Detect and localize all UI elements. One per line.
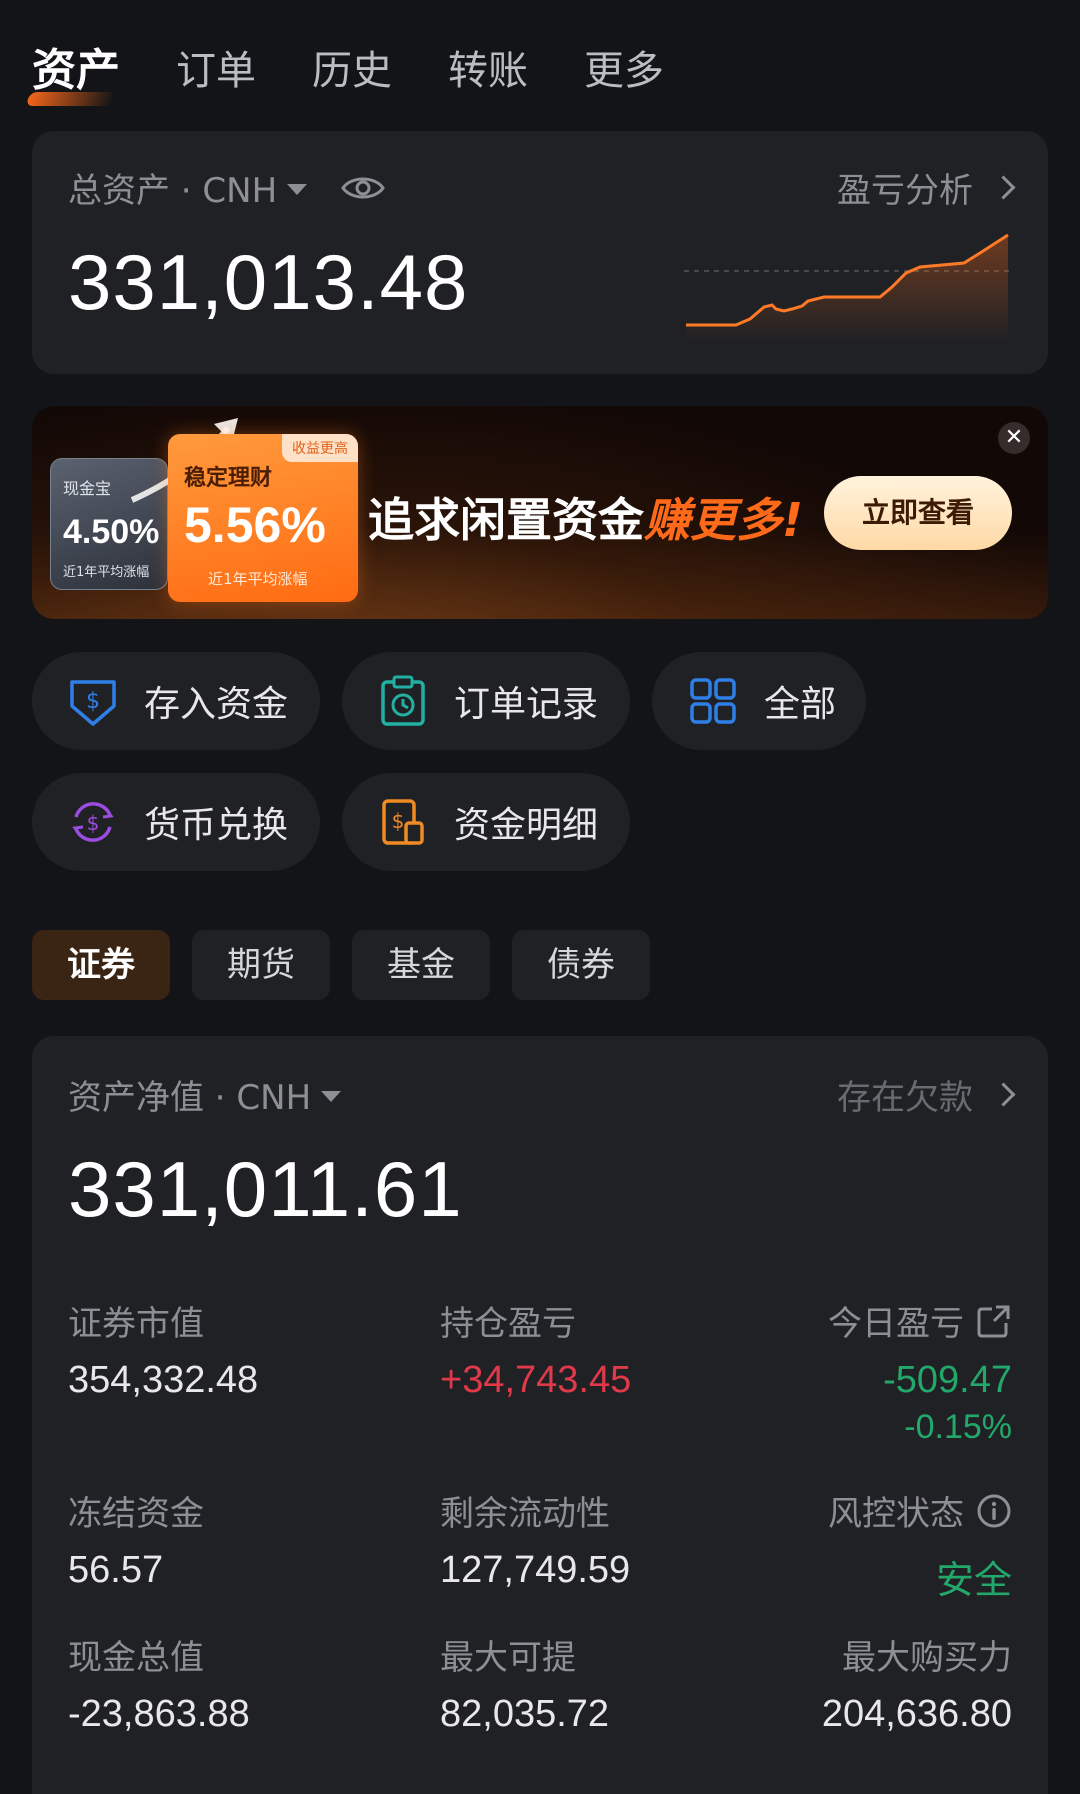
stat-max-withdrawable: 最大可提 82,035.72 <box>440 1630 609 1736</box>
stat-value: -23,863.88 <box>68 1693 250 1735</box>
eye-icon[interactable] <box>341 173 385 203</box>
promo-banner[interactable]: 现金宝 4.50% 近1年平均涨幅 收益更高 稳定理财 5.56% 近1年平均涨… <box>32 406 1048 619</box>
clipboard-clock-icon <box>381 675 425 726</box>
stat-value: -509.47 <box>883 1359 1012 1401</box>
chevron-right-icon <box>991 175 1016 200</box>
debt-notice-link[interactable]: 存在欠款 <box>837 1070 1016 1119</box>
grid-icon <box>690 678 736 724</box>
stat-label: 现金总值 <box>68 1638 204 1678</box>
chevron-right-icon <box>991 1082 1016 1107</box>
stat-value: 安全 <box>935 1560 1012 1602</box>
stat-max-buying-power: 最大购买力 204,636.80 <box>822 1630 1012 1736</box>
net-assets-label: 资产净值 · CNH <box>68 1078 312 1118</box>
currency-exchange-button[interactable]: $ 货币兑换 <box>32 773 320 871</box>
order-records-label: 订单记录 <box>454 684 599 725</box>
deposit-icon: $ <box>70 680 116 726</box>
tab-label: 资产 <box>32 45 120 96</box>
stat-remaining-liquidity: 剩余流动性 127,749.59 <box>440 1486 630 1592</box>
stat-label-row: 今日盈亏 <box>828 1296 1012 1345</box>
tab-assets[interactable]: 资产 <box>25 40 120 106</box>
tab-transfer[interactable]: 转账 <box>448 40 528 102</box>
stat-cash-total: 现金总值 -23,863.88 <box>68 1630 250 1736</box>
net-assets-value: 331,011.61 <box>68 1145 463 1233</box>
stat-label: 今日盈亏 <box>828 1304 964 1344</box>
cash-product-title: 现金宝 <box>63 479 112 498</box>
cash-product-subtitle: 近1年平均涨幅 <box>63 565 150 580</box>
fund-details-button[interactable]: $ 资金明细 <box>342 773 630 871</box>
segment-securities[interactable]: 证券 <box>32 930 170 1000</box>
stat-label: 剩余流动性 <box>440 1494 610 1534</box>
segment-futures[interactable]: 期货 <box>192 930 330 1000</box>
segment-bonds[interactable]: 债券 <box>512 930 650 1000</box>
deposit-label: 存入资金 <box>144 684 289 725</box>
stat-label: 持仓盈亏 <box>440 1304 576 1344</box>
net-currency-selector[interactable]: 资产净值 · CNH <box>68 1070 342 1119</box>
fund-details-label: 资金明细 <box>454 805 599 846</box>
stat-label: 风控状态 <box>828 1494 964 1534</box>
stable-product-subtitle: 近1年平均涨幅 <box>208 570 308 588</box>
info-icon[interactable] <box>976 1493 1012 1529</box>
stable-product-rate: 5.56% <box>184 497 326 553</box>
currency-selector[interactable]: 总资产 · CNH <box>68 163 385 212</box>
top-tab-bar: 资产 订单 历史 转账 更多 <box>25 40 720 106</box>
stat-value: 56.57 <box>68 1549 164 1591</box>
currency-exchange-label: 货币兑换 <box>144 805 289 846</box>
deposit-button[interactable]: $ 存入资金 <box>32 652 320 750</box>
stat-label-row: 风控状态 <box>828 1486 1012 1535</box>
svg-text:$: $ <box>87 811 100 835</box>
cash-product-rate: 4.50% <box>63 513 160 551</box>
segment-funds[interactable]: 基金 <box>352 930 490 1000</box>
banner-slogan: 追求闲置资金赚更多! <box>368 484 803 550</box>
stat-frozen-funds: 冻结资金 56.57 <box>68 1486 204 1592</box>
currency-exchange-icon: $ <box>72 802 114 842</box>
stat-label: 证券市值 <box>68 1304 204 1344</box>
svg-text:$: $ <box>392 809 405 833</box>
all-features-label: 全部 <box>764 684 837 725</box>
stat-position-pl: 持仓盈亏 +34,743.45 <box>440 1296 631 1402</box>
caret-down-icon <box>287 184 308 195</box>
slogan-part-2: 赚更多! <box>644 493 803 547</box>
total-assets-value: 331,013.48 <box>68 238 469 326</box>
total-assets-label: 总资产 · CNH <box>68 171 278 211</box>
view-now-button[interactable]: 立即查看 <box>824 476 1012 550</box>
stat-market-value: 证券市值 354,332.48 <box>68 1296 258 1402</box>
stable-product-card: 收益更高 稳定理财 5.56% 近1年平均涨幅 <box>168 434 358 602</box>
stat-value: 204,636.80 <box>821 1693 1012 1735</box>
stat-percent: -0.15% <box>904 1408 1012 1446</box>
debt-notice-label: 存在欠款 <box>837 1078 973 1118</box>
stat-label: 冻结资金 <box>68 1494 204 1534</box>
stat-label: 最大购买力 <box>842 1638 1012 1678</box>
order-records-button[interactable]: 订单记录 <box>342 652 630 750</box>
stat-risk-status: 风控状态 安全 <box>828 1486 1012 1604</box>
all-features-button[interactable]: 全部 <box>652 652 866 750</box>
slogan-part-1: 追求闲置资金 <box>368 493 644 547</box>
pl-analysis-link[interactable]: 盈亏分析 <box>837 163 1016 212</box>
asset-trend-sparkline[interactable] <box>684 233 1012 343</box>
stat-label: 最大可提 <box>440 1638 576 1678</box>
higher-yield-tag: 收益更高 <box>282 434 358 462</box>
stat-value: 127,749.59 <box>440 1549 631 1591</box>
pl-analysis-label: 盈亏分析 <box>837 171 973 211</box>
svg-text:$: $ <box>86 689 100 714</box>
stat-value: +34,743.45 <box>440 1359 632 1401</box>
stat-today-pl: 今日盈亏 -509.47 -0.15% <box>828 1296 1012 1447</box>
stat-value: 82,035.72 <box>440 1693 610 1735</box>
tab-orders[interactable]: 订单 <box>176 40 256 102</box>
close-icon[interactable]: ✕ <box>998 422 1030 454</box>
tab-more[interactable]: 更多 <box>584 40 664 102</box>
net-assets-card: 资产净值 · CNH 存在欠款 331,011.61 证券市值 354,332.… <box>32 1036 1048 1794</box>
share-icon[interactable] <box>976 1303 1012 1339</box>
tab-history[interactable]: 历史 <box>312 40 392 102</box>
caret-down-icon <box>321 1091 342 1102</box>
fund-details-icon: $ <box>382 799 424 845</box>
stable-product-title: 稳定理财 <box>184 466 273 491</box>
total-assets-card: 总资产 · CNH 盈亏分析 331,013.48 <box>32 131 1048 374</box>
stat-value: 354,332.48 <box>68 1359 259 1401</box>
